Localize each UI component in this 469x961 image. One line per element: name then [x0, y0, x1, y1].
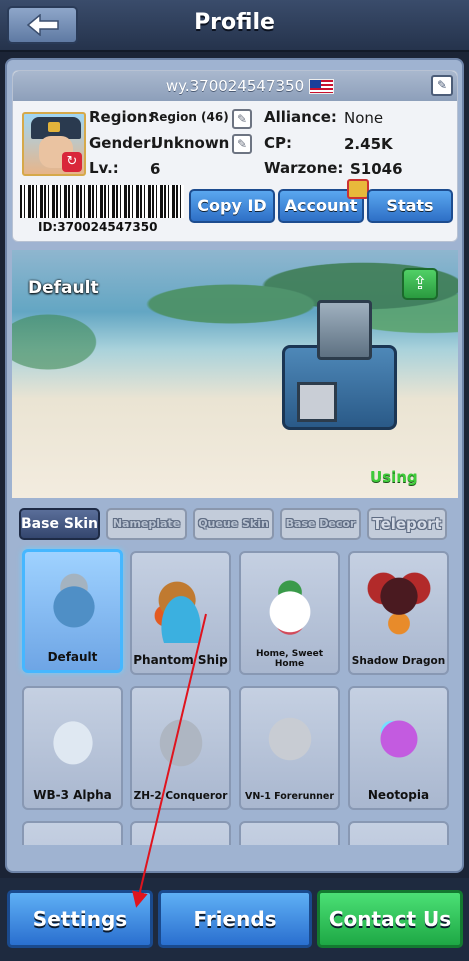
skin-wb-3-alpha-image	[34, 700, 112, 778]
tab-base-skin[interactable]: Base Skin	[19, 508, 100, 540]
tab-queue-skin[interactable]: Queue Skin	[193, 508, 274, 540]
skin-card-home-sweet-home[interactable]: Home, Sweet Home	[239, 551, 340, 675]
skin-default-image	[35, 564, 113, 642]
skin-card-partial[interactable]	[130, 821, 231, 845]
skin-name: Neotopia	[367, 788, 430, 802]
skin-partial-image	[251, 835, 329, 845]
skin-card-phantom-ship[interactable]: Phantom Ship	[130, 551, 231, 675]
gender-label: Gender:	[89, 134, 157, 152]
skins-grid: Default Phantom Ship Home, Sweet Home Sh…	[12, 545, 458, 845]
friends-button[interactable]: Friends	[158, 890, 312, 948]
change-avatar-icon[interactable]: ↻	[62, 152, 82, 172]
top-bar: Profile	[0, 0, 469, 52]
skin-partial-image	[34, 835, 112, 845]
us-flag-icon	[309, 79, 334, 94]
skin-card-zh-2-conqueror[interactable]: ZH-2 Conqueror	[130, 686, 231, 810]
cp-value: 2.45K	[344, 135, 393, 153]
gift-icon	[347, 179, 369, 199]
skin-name: ZH-2 Conqueror	[133, 790, 228, 802]
warzone-label: Warzone:	[264, 159, 344, 177]
preview-skin-name: Default	[28, 278, 99, 298]
contact-us-button[interactable]: Contact Us	[317, 890, 463, 948]
settings-button[interactable]: Settings	[7, 890, 153, 948]
stats-button[interactable]: Stats	[367, 189, 453, 223]
edit-name-icon[interactable]: ✎	[431, 75, 453, 96]
region-label: Region:	[89, 108, 154, 126]
profile-card-header: wy.370024547350 ✎	[13, 71, 457, 101]
copy-id-button[interactable]: Copy ID	[189, 189, 275, 223]
alliance-value: None	[344, 109, 384, 127]
skin-name: Phantom Ship	[133, 653, 228, 667]
skin-name: Default	[47, 650, 98, 664]
player-id: ID:370024547350	[38, 220, 158, 234]
skin-card-wb-3-alpha[interactable]: WB-3 Alpha	[22, 686, 123, 810]
skin-card-partial[interactable]	[22, 821, 123, 845]
tab-nameplate[interactable]: Nameplate	[106, 508, 187, 540]
gender-value: Unknown	[151, 134, 230, 152]
skin-card-shadow-dragon[interactable]: Shadow Dragon	[348, 551, 449, 675]
skin-card-default[interactable]: Default	[22, 549, 123, 673]
skin-name: WB-3 Alpha	[33, 788, 112, 802]
skin-neotopia-image	[360, 700, 438, 778]
alliance-label: Alliance:	[264, 108, 337, 126]
skin-card-vn-1-forerunner[interactable]: VN-1 Forerunner	[239, 686, 340, 810]
skin-card-partial[interactable]	[348, 821, 449, 845]
region-value: Region (46)	[150, 110, 229, 124]
edit-gender-icon[interactable]: ✎	[232, 134, 252, 154]
skin-card-partial[interactable]	[239, 821, 340, 845]
level-value: 6	[150, 160, 161, 178]
skin-vn-1-forerunner-image	[251, 700, 329, 778]
avatar[interactable]: ↻	[22, 112, 86, 176]
page-title: Profile	[194, 10, 275, 35]
tab-base-decor[interactable]: Base Decor	[280, 508, 361, 540]
level-label: Lv.:	[89, 159, 119, 177]
barcode	[20, 185, 184, 218]
skin-partial-image	[142, 835, 220, 845]
warzone-value: S1046	[350, 160, 403, 178]
skin-zh-2-conqueror-image	[142, 700, 220, 778]
bottom-bar: Settings Friends Contact Us	[0, 878, 469, 961]
skin-home-sweet-home-image	[251, 565, 329, 643]
cp-label: CP:	[264, 134, 293, 152]
skin-card-neotopia[interactable]: Neotopia	[348, 686, 449, 810]
skin-name: VN-1 Forerunner	[244, 791, 335, 802]
tab-teleport[interactable]: Teleport	[367, 508, 447, 540]
base-preview: Default ⇪ Using	[12, 250, 458, 498]
base-building-image	[272, 290, 412, 440]
using-status: Using	[370, 468, 418, 486]
skin-name: Home, Sweet Home	[255, 649, 324, 669]
username: wy.370024547350	[165, 77, 305, 95]
skin-name: Shadow Dragon	[351, 655, 446, 667]
edit-region-icon[interactable]: ✎	[232, 109, 252, 129]
skin-phantom-ship-image	[142, 565, 220, 643]
skin-shadow-dragon-image	[360, 565, 438, 643]
skin-partial-image	[360, 835, 438, 845]
